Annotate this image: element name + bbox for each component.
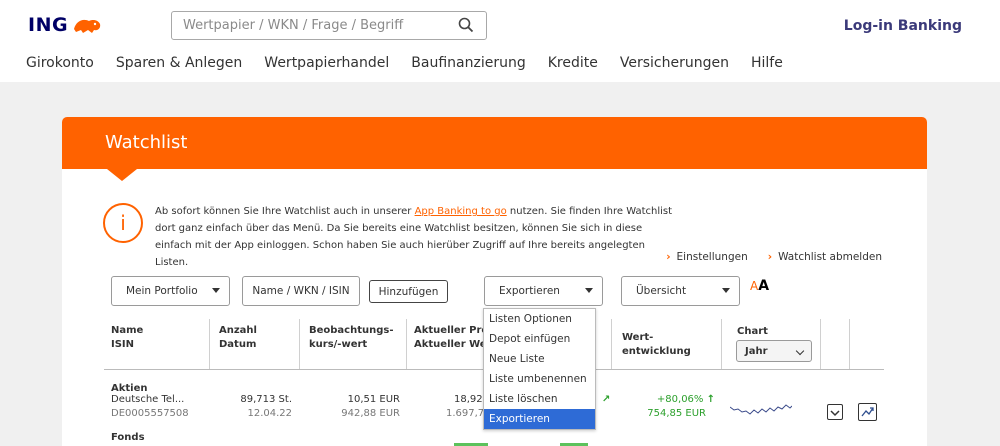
menu-export[interactable]: Exportieren	[484, 409, 595, 429]
menu-delete-list[interactable]: Liste löschen	[484, 389, 595, 409]
col-beob2-label: kurs/-wert	[309, 339, 368, 350]
settings-link[interactable]: › Einstellungen	[666, 251, 748, 263]
header-notch	[107, 169, 137, 181]
font-large: A	[758, 278, 770, 294]
info-message: Ab sofort können Sie Ihre Watchlist auch…	[155, 203, 675, 271]
chevron-down-icon	[830, 410, 840, 417]
menu-insert-depot[interactable]: Depot einfügen	[484, 329, 595, 349]
name-input-placeholder: Name / WKN / ISIN	[252, 285, 350, 297]
name-wkn-isin-input[interactable]: Name / WKN / ISIN	[242, 276, 360, 306]
arrow-up-icon: ↑	[706, 394, 715, 405]
caret-down-icon	[722, 288, 730, 293]
font-size-toggle[interactable]: AA	[750, 278, 769, 294]
col-beob1-label: Beobachtungs-	[309, 325, 394, 336]
info-icon: i	[103, 203, 143, 243]
col-divider	[299, 319, 300, 369]
nav-hilfe[interactable]: Hilfe	[751, 55, 783, 71]
row1-name[interactable]: Deutsche Tel...	[111, 393, 184, 407]
col-anzahl-label: Anzahl	[219, 325, 257, 336]
app-banking-link[interactable]: App Banking to go	[415, 206, 507, 217]
logout-watchlist-link[interactable]: › Watchlist abmelden	[768, 251, 882, 263]
col-divider	[209, 319, 210, 369]
row1-preis: 18,92	[454, 394, 483, 405]
watchlist-links: › Einstellungen › Watchlist abmelden	[666, 251, 882, 263]
nav-kredite[interactable]: Kredite	[548, 55, 598, 71]
add-button[interactable]: Hinzufügen	[369, 280, 448, 303]
col-wert1-label: Wert-	[622, 332, 654, 343]
nav-wertpapierhandel[interactable]: Wertpapierhandel	[264, 55, 389, 71]
search-icon[interactable]	[458, 17, 474, 33]
nav-versicherungen[interactable]: Versicherungen	[620, 55, 729, 71]
col-isin-label: ISIN	[111, 339, 135, 350]
main-nav: Girokonto Sparen & Anlegen Wertpapierhan…	[26, 55, 805, 71]
chart-period-select[interactable]: Jahr	[736, 340, 812, 362]
view-select[interactable]: Übersicht	[621, 276, 740, 306]
nav-girokonto[interactable]: Girokonto	[26, 55, 94, 71]
search-input[interactable]	[172, 18, 452, 33]
row1-chart-button[interactable]	[858, 403, 877, 421]
col-divider	[849, 319, 850, 369]
watchlist-title: Watchlist	[105, 132, 188, 153]
export-select[interactable]: Exportieren	[484, 276, 603, 306]
portfolio-select-value: Mein Portfolio	[126, 285, 198, 297]
col-anzahl[interactable]: Anzahl Datum	[219, 324, 257, 352]
row1-abs: 754,85 EUR	[647, 408, 706, 419]
col-divider	[721, 319, 722, 369]
row1-expand-button[interactable]	[827, 404, 843, 420]
settings-link-label: Einstellungen	[676, 251, 748, 263]
col-name-label: Name	[111, 325, 144, 336]
info-text-pre: Ab sofort können Sie Ihre Watchlist auch…	[155, 206, 415, 217]
lion-icon	[74, 19, 101, 33]
col-wertentwicklung[interactable]: Wert-entwicklung	[622, 324, 691, 359]
row1-trend-arrow: ↗	[602, 394, 611, 405]
nav-baufinanzierung[interactable]: Baufinanzierung	[411, 55, 525, 71]
login-banking-link[interactable]: Log-in Banking	[844, 18, 962, 34]
caret-down-icon	[585, 288, 593, 293]
row1-pct-value: +80,06%	[656, 394, 704, 405]
col-name[interactable]: Name ISIN	[111, 324, 143, 352]
row1-sparkline[interactable]	[730, 399, 792, 421]
col-wert2-label: entwicklung	[622, 346, 691, 357]
row1-isin: DE0005557508	[111, 408, 189, 419]
col-divider	[820, 319, 821, 369]
col-divider	[406, 319, 407, 369]
chevron-right-icon: ›	[666, 251, 671, 263]
site-header: ING Log-in Banking Girokonto Sparen & An…	[0, 0, 1000, 82]
chevron-right-icon: ›	[767, 251, 773, 263]
chart-icon	[861, 407, 874, 417]
menu-list-options[interactable]: Listen Optionen	[484, 309, 595, 329]
row1-pct: +80,06% ↑	[622, 393, 715, 407]
row1-datum: 12.04.22	[247, 408, 292, 419]
col-chart-label: Chart	[737, 326, 768, 337]
export-menu: Listen Optionen Depot einfügen Neue List…	[483, 308, 596, 430]
export-select-value: Exportieren	[499, 285, 560, 297]
logo-text: ING	[28, 14, 69, 36]
caret-down-icon	[212, 288, 220, 293]
col-beobachtung[interactable]: Beobachtungs-kurs/-wert	[309, 324, 394, 352]
font-small: A	[750, 279, 759, 293]
menu-new-list[interactable]: Neue Liste	[484, 349, 595, 369]
nav-sparen-anlegen[interactable]: Sparen & Anlegen	[116, 55, 242, 71]
watchlist-header: Watchlist	[62, 117, 927, 169]
row1-wert: 942,88 EUR	[341, 408, 400, 419]
ing-logo[interactable]: ING	[28, 14, 103, 36]
col-divider	[611, 319, 612, 369]
chevron-down-icon	[795, 346, 805, 356]
logout-watchlist-label: Watchlist abmelden	[778, 251, 882, 263]
search-box[interactable]	[171, 11, 487, 40]
portfolio-select[interactable]: Mein Portfolio	[111, 276, 230, 306]
chart-period-value: Jahr	[745, 345, 768, 357]
view-select-value: Übersicht	[636, 285, 687, 297]
col-datum-label: Datum	[219, 339, 257, 350]
group-fonds: Fonds	[111, 432, 145, 443]
menu-rename-list[interactable]: Liste umbenennen	[484, 369, 595, 389]
row1-kurs: 10,51 EUR	[347, 394, 400, 405]
row1-anzahl: 89,713 St.	[240, 394, 292, 405]
